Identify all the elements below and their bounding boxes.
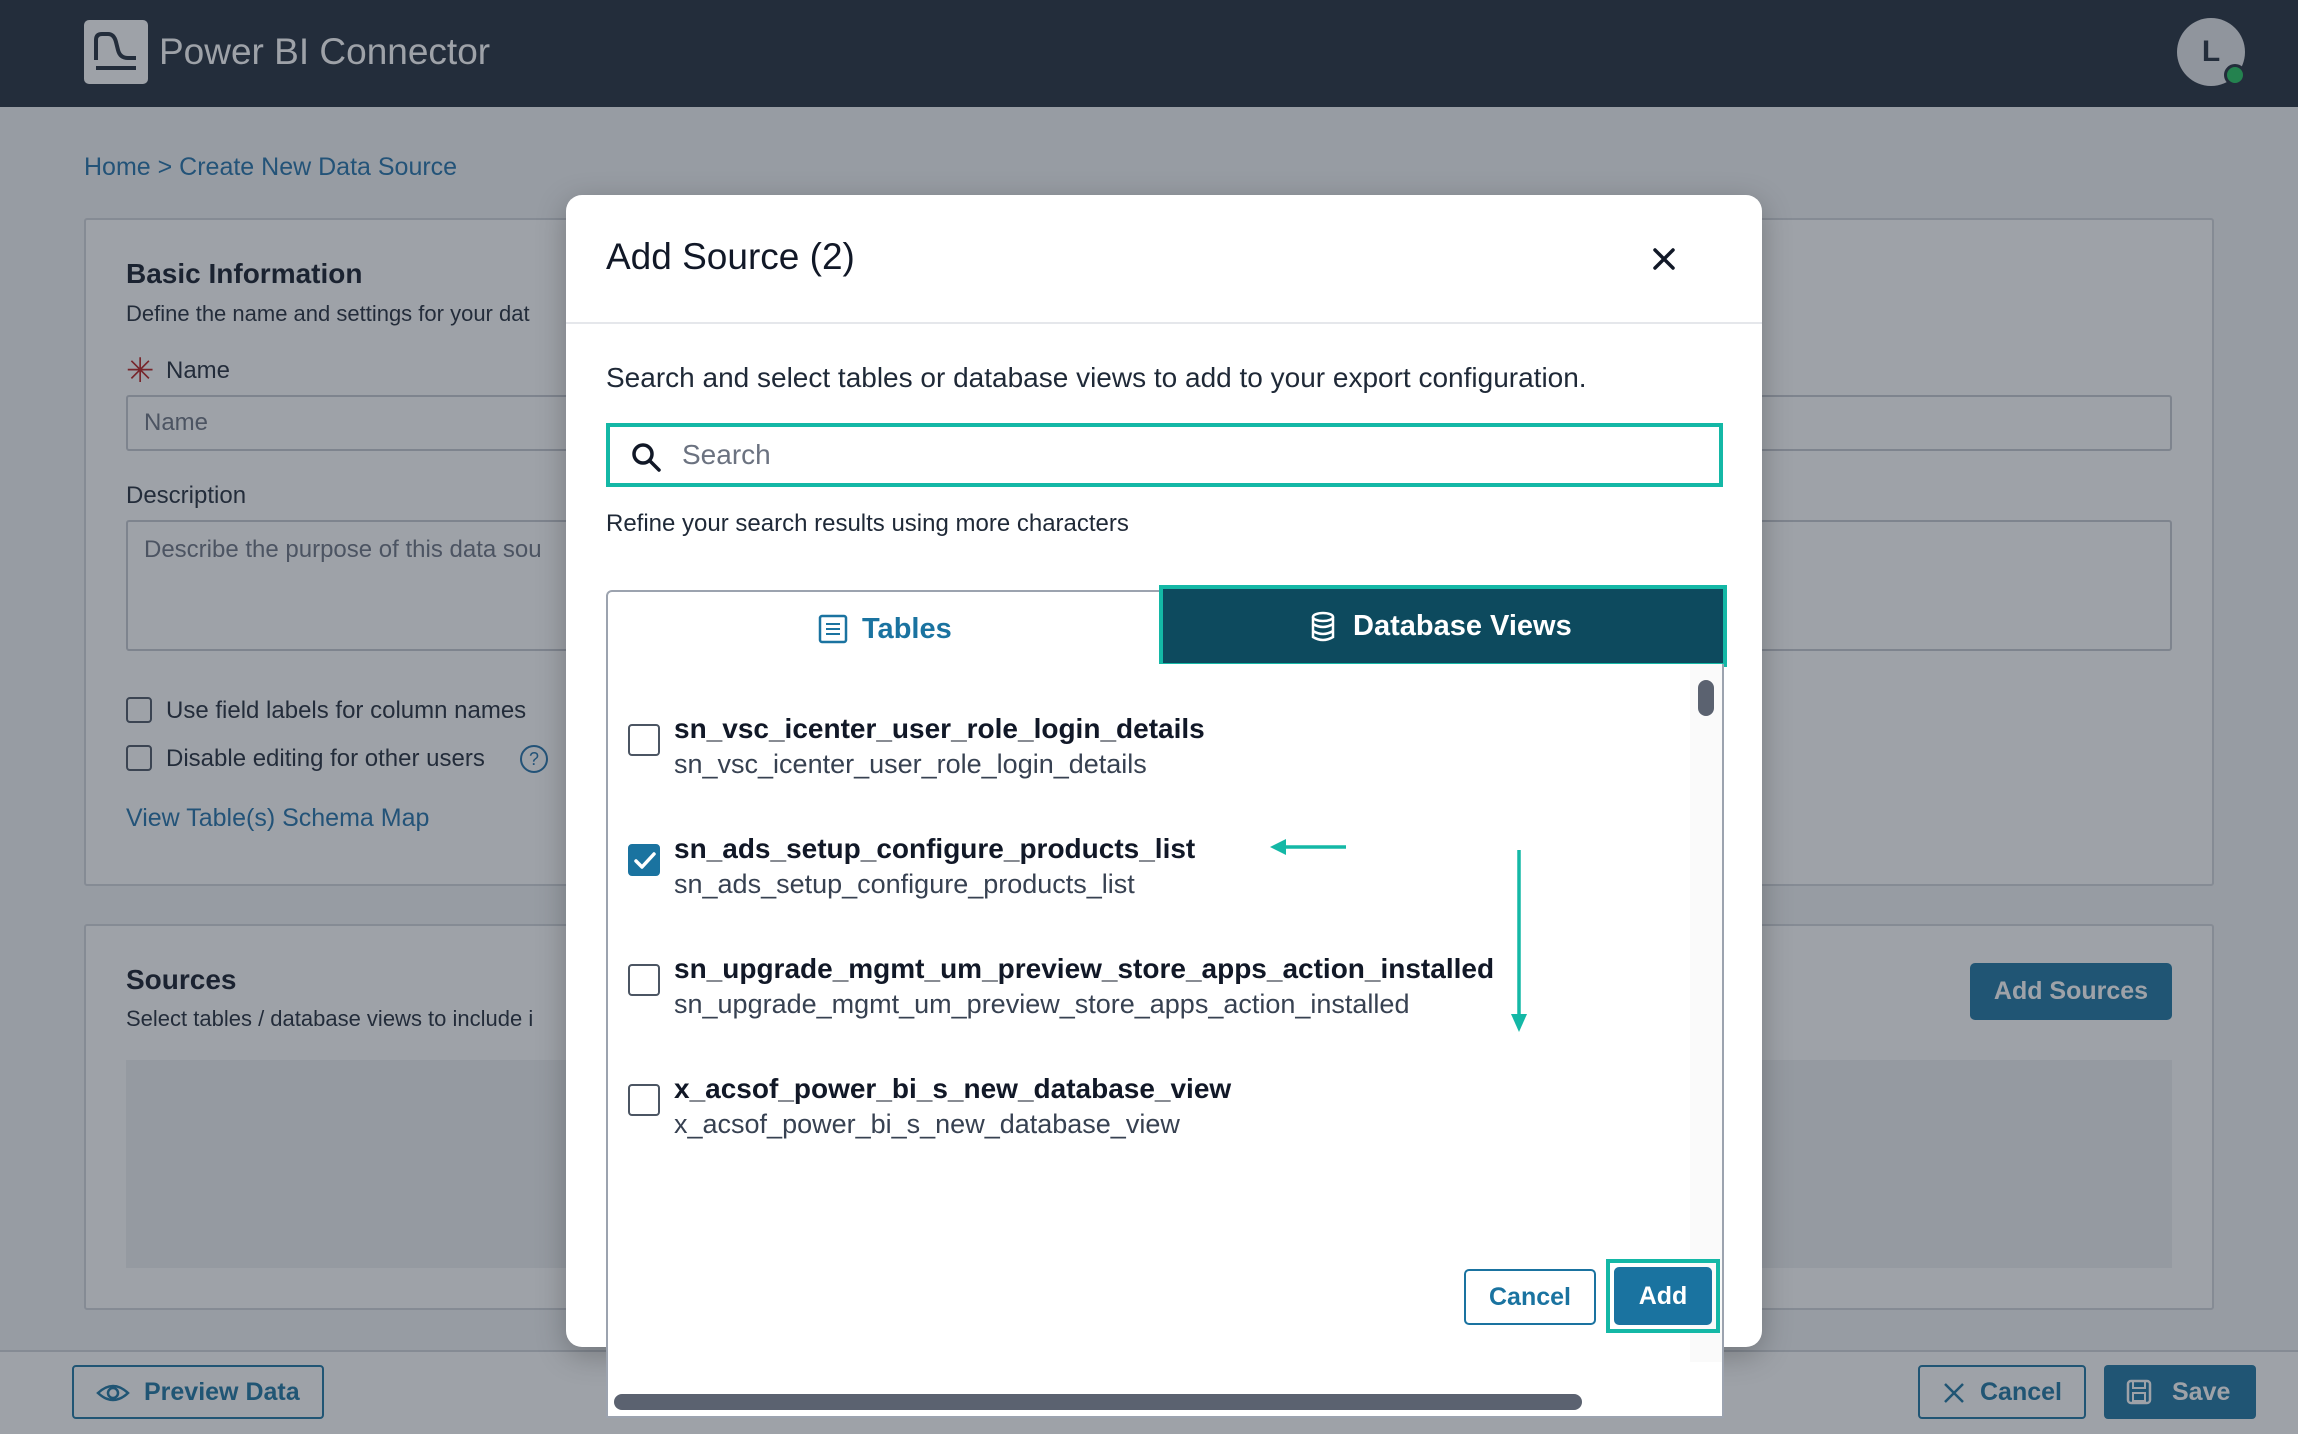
list-item-title: sn_vsc_icenter_user_role_login_details	[674, 713, 1205, 744]
list-item-title: sn_ads_setup_configure_products_list	[674, 833, 1196, 864]
modal-header-divider	[566, 322, 1762, 324]
list-item-title: x_acsof_power_bi_s_new_database_view	[674, 1073, 1232, 1104]
list-item-subtitle: sn_ads_setup_configure_products_list	[674, 869, 1135, 899]
tab-database-views[interactable]: Database Views	[1159, 585, 1727, 667]
modal-cancel-button[interactable]: Cancel	[1464, 1269, 1596, 1325]
search-hint: Refine your search results using more ch…	[606, 510, 1129, 537]
horizontal-scrollbar-thumb[interactable]	[614, 1394, 1582, 1410]
list-item-subtitle: sn_vsc_icenter_user_role_login_details	[674, 749, 1147, 779]
search-input[interactable]	[682, 431, 1702, 479]
modal-close-button[interactable]	[1646, 241, 1682, 277]
down-arrow-annotation-icon	[1511, 850, 1527, 1032]
list-item-subtitle: x_acsof_power_bi_s_new_database_view	[674, 1109, 1180, 1139]
list-item-checkbox[interactable]	[628, 844, 660, 876]
modal-description: Search and select tables or database vie…	[606, 362, 1587, 393]
left-arrow-annotation-icon	[1270, 839, 1346, 855]
list-item-checkbox[interactable]	[628, 724, 660, 756]
list-item-checkbox[interactable]	[628, 1084, 660, 1116]
list-item-title: sn_upgrade_mgmt_um_preview_store_apps_ac…	[674, 953, 1495, 984]
modal-add-button[interactable]: Add	[1614, 1267, 1712, 1325]
vertical-scrollbar-track[interactable]	[1690, 664, 1722, 1362]
list-item[interactable]: x_acsof_power_bi_s_new_database_view x_a…	[608, 1060, 1688, 1160]
list-item-checkbox[interactable]	[628, 964, 660, 996]
search-icon	[632, 443, 661, 472]
search-box[interactable]	[606, 423, 1723, 487]
list-item-subtitle: sn_upgrade_mgmt_um_preview_store_apps_ac…	[674, 989, 1410, 1019]
vertical-scrollbar-thumb[interactable]	[1698, 680, 1714, 716]
checkmark-icon	[634, 852, 656, 869]
add-source-modal: Add Source (2) Search and select tables …	[566, 195, 1762, 1418]
database-icon	[1311, 611, 1335, 642]
tab-tables-label: Tables	[862, 613, 952, 645]
modal-title: Add Source (2)	[606, 236, 855, 277]
tab-tables[interactable]: Tables	[608, 592, 1160, 664]
close-icon	[1653, 248, 1675, 270]
tab-database-views-label: Database Views	[1353, 610, 1572, 642]
table-list-icon	[818, 614, 848, 644]
list-item[interactable]: sn_vsc_icenter_user_role_login_details s…	[608, 700, 1688, 800]
